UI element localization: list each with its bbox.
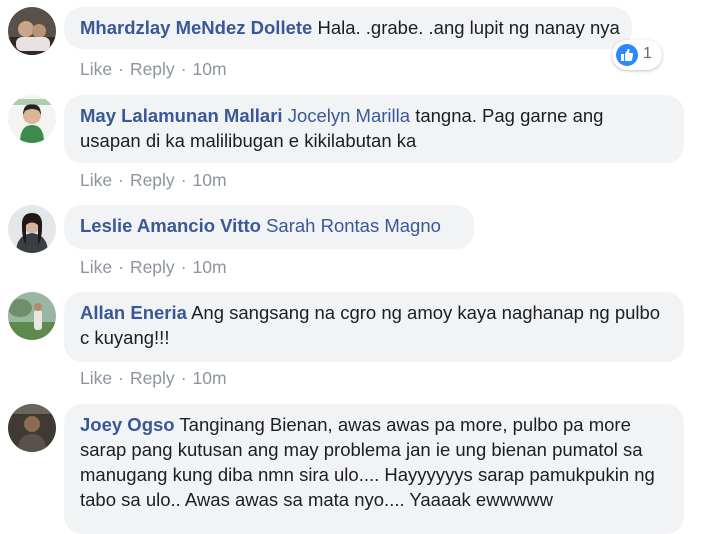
like-link[interactable]: Like bbox=[80, 257, 112, 277]
reply-link[interactable]: Reply bbox=[130, 59, 175, 79]
avatar[interactable] bbox=[8, 7, 56, 55]
comment-bubble: Leslie Amancio Vitto Sarah Rontas Magno bbox=[64, 205, 474, 249]
comment-author[interactable]: Mhardzlay MeNdez Dollete bbox=[80, 17, 312, 38]
separator: · bbox=[180, 170, 187, 190]
avatar-photo bbox=[8, 205, 56, 253]
comment-actions: Like · Reply · 10m bbox=[80, 58, 227, 80]
comment-bubble: Allan Eneria Ang sangsang na cgro ng amo… bbox=[64, 292, 684, 362]
reply-link[interactable]: Reply bbox=[130, 257, 175, 277]
comment-author[interactable]: Joey Ogso bbox=[80, 414, 175, 435]
comment-actions: Like · Reply · 10m bbox=[80, 256, 227, 278]
timestamp[interactable]: 10m bbox=[193, 170, 227, 190]
comment-author[interactable]: Allan Eneria bbox=[80, 302, 187, 323]
comment-actions: Like · Reply · 10m bbox=[80, 367, 227, 389]
avatar[interactable] bbox=[8, 404, 56, 452]
comment-author[interactable]: Leslie Amancio Vitto bbox=[80, 215, 261, 236]
tagged-user[interactable]: Sarah Rontas Magno bbox=[266, 215, 441, 236]
reaction-badge[interactable]: 1 bbox=[612, 40, 662, 70]
timestamp[interactable]: 10m bbox=[193, 368, 227, 388]
separator: · bbox=[180, 257, 187, 277]
comment-bubble: Joey Ogso Tanginang Bienan, awas awas pa… bbox=[64, 404, 684, 534]
like-link[interactable]: Like bbox=[80, 368, 112, 388]
comment-author[interactable]: May Lalamunan Mallari bbox=[80, 105, 283, 126]
avatar[interactable] bbox=[8, 95, 56, 143]
separator: · bbox=[180, 368, 187, 388]
tagged-user[interactable]: Jocelyn Marilla bbox=[288, 105, 410, 126]
separator: · bbox=[118, 59, 124, 79]
avatar-photo bbox=[8, 95, 56, 143]
separator: · bbox=[118, 257, 124, 277]
avatar[interactable] bbox=[8, 292, 56, 340]
comment-text: Hala. .grabe. .ang lupit ng nanay nya bbox=[317, 17, 620, 38]
separator: · bbox=[180, 59, 187, 79]
timestamp[interactable]: 10m bbox=[193, 59, 227, 79]
comment-bubble: Mhardzlay MeNdez Dollete Hala. .grabe. .… bbox=[64, 7, 632, 49]
separator: · bbox=[118, 368, 124, 388]
reply-link[interactable]: Reply bbox=[130, 170, 175, 190]
reaction-count: 1 bbox=[643, 45, 652, 62]
avatar-photo bbox=[8, 292, 56, 340]
separator: · bbox=[118, 170, 124, 190]
avatar-photo bbox=[8, 7, 56, 55]
timestamp[interactable]: 10m bbox=[193, 257, 227, 277]
avatar-photo bbox=[8, 404, 56, 452]
thumbs-up-icon bbox=[616, 44, 638, 66]
like-link[interactable]: Like bbox=[80, 170, 112, 190]
avatar[interactable] bbox=[8, 205, 56, 253]
comment-actions: Like · Reply · 10m bbox=[80, 169, 227, 191]
like-link[interactable]: Like bbox=[80, 59, 112, 79]
comment-bubble: May Lalamunan Mallari Jocelyn Marilla ta… bbox=[64, 95, 684, 163]
reply-link[interactable]: Reply bbox=[130, 368, 175, 388]
